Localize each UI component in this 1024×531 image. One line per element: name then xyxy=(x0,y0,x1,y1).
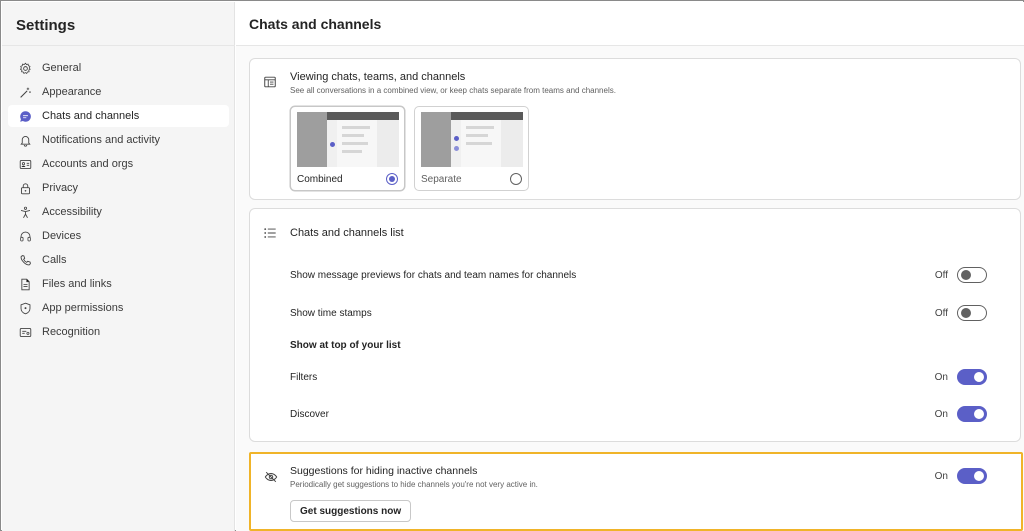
combined-preview-thumbnail xyxy=(297,112,399,167)
accessibility-icon xyxy=(18,205,32,219)
document-icon xyxy=(18,277,32,291)
sidebar-item-label: Chats and channels xyxy=(42,110,140,122)
sidebar-item-label: Recognition xyxy=(42,326,101,338)
message-previews-state: Off xyxy=(934,270,948,281)
get-suggestions-button[interactable]: Get suggestions now xyxy=(290,500,412,522)
sidebar-item-label: Accessibility xyxy=(42,206,102,218)
sidebar-item-general[interactable]: General xyxy=(8,57,229,79)
headset-icon xyxy=(18,229,32,243)
page-title: Chats and channels xyxy=(249,16,382,32)
sidebar-item-label: Files and links xyxy=(42,278,112,290)
suggestions-toggle[interactable] xyxy=(957,468,987,484)
sidebar-item-label: Notifications and activity xyxy=(42,134,160,146)
separate-preview-thumbnail xyxy=(421,112,523,167)
sidebar-item-label: App permissions xyxy=(42,302,124,314)
hide-inactive-suggestions-card: Suggestions for hiding inactive channels… xyxy=(249,452,1023,531)
show-at-top-heading: Show at top of your list xyxy=(290,340,401,351)
filters-state: On xyxy=(934,372,948,383)
time-stamps-label: Show time stamps xyxy=(290,308,372,319)
settings-content: Chats and channels Viewing chats, teams,… xyxy=(236,2,1024,531)
bell-icon xyxy=(18,133,32,147)
message-previews-toggle[interactable] xyxy=(957,267,987,283)
sidebar-item-calls[interactable]: Calls xyxy=(8,249,229,271)
discover-state: On xyxy=(934,409,948,420)
sidebar-item-devices[interactable]: Devices xyxy=(8,225,229,247)
sidebar-item-privacy[interactable]: Privacy xyxy=(8,177,229,199)
sidebar-item-recognition[interactable]: Recognition xyxy=(8,321,229,343)
view-mode-title: Viewing chats, teams, and channels xyxy=(290,71,466,83)
badge-icon xyxy=(18,325,32,339)
chats-list-title: Chats and channels list xyxy=(290,227,404,239)
suggestions-state: On xyxy=(934,471,948,482)
sidebar-item-accessibility[interactable]: Accessibility xyxy=(8,201,229,223)
separate-radio[interactable] xyxy=(510,173,522,185)
shield-icon xyxy=(18,301,32,315)
combined-radio[interactable] xyxy=(386,173,398,185)
eye-off-icon xyxy=(264,470,278,484)
sidebar-item-notifications-and-activity[interactable]: Notifications and activity xyxy=(8,129,229,151)
discover-label: Discover xyxy=(290,409,329,420)
sidebar-item-accounts-and-orgs[interactable]: Accounts and orgs xyxy=(8,153,229,175)
view-option-separate[interactable]: Separate xyxy=(414,106,529,191)
settings-nav: General Appearance Chats and channels No… xyxy=(8,57,229,345)
suggestions-subtitle: Periodically get suggestions to hide cha… xyxy=(290,480,538,489)
filters-toggle[interactable] xyxy=(957,369,987,385)
settings-window: Settings General Appearance Chats and ch… xyxy=(0,0,1024,531)
sidebar-item-label: Devices xyxy=(42,230,82,242)
view-option-label: Separate xyxy=(421,174,462,185)
sidebar-item-label: Accounts and orgs xyxy=(42,158,134,170)
discover-toggle[interactable] xyxy=(957,406,987,422)
lock-icon xyxy=(18,181,32,195)
chats-list-card: Chats and channels list Show message pre… xyxy=(249,208,1021,442)
time-stamps-toggle[interactable] xyxy=(957,305,987,321)
sidebar-item-chats-and-channels[interactable]: Chats and channels xyxy=(8,105,229,127)
magic-wand-icon xyxy=(18,85,32,99)
layout-icon xyxy=(263,75,277,89)
sidebar-item-appearance[interactable]: Appearance xyxy=(8,81,229,103)
content-header: Chats and channels xyxy=(236,2,1024,46)
sidebar-item-app-permissions[interactable]: App permissions xyxy=(8,297,229,319)
sidebar-item-label: Appearance xyxy=(42,86,102,98)
id-card-icon xyxy=(18,157,32,171)
sidebar-item-files-and-links[interactable]: Files and links xyxy=(8,273,229,295)
time-stamps-state: Off xyxy=(934,308,948,319)
view-mode-card: Viewing chats, teams, and channels See a… xyxy=(249,58,1021,200)
sidebar-item-label: Privacy xyxy=(42,182,79,194)
message-previews-label: Show message previews for chats and team… xyxy=(290,270,577,281)
sidebar-title: Settings xyxy=(16,17,76,34)
phone-icon xyxy=(18,253,32,267)
sidebar-item-label: Calls xyxy=(42,254,67,266)
view-option-combined[interactable]: Combined xyxy=(290,106,405,191)
bulleted-list-icon xyxy=(263,226,277,240)
filters-label: Filters xyxy=(290,372,318,383)
settings-sidebar: Settings General Appearance Chats and ch… xyxy=(2,2,235,531)
chat-icon xyxy=(18,109,32,123)
sidebar-item-label: General xyxy=(42,62,82,74)
view-option-label: Combined xyxy=(297,174,343,185)
sidebar-divider xyxy=(2,45,235,46)
suggestions-title: Suggestions for hiding inactive channels xyxy=(290,465,478,477)
gear-icon xyxy=(18,61,32,75)
view-mode-subtitle: See all conversations in a combined view… xyxy=(290,86,616,95)
